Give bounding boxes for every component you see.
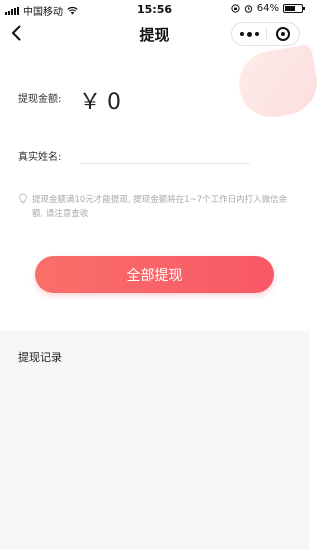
more-dot-icon [254,32,259,36]
status-bar: 中国移动 15:56 64% [0,0,309,18]
battery-percent: 64% [256,3,279,14]
decorative-shape [233,43,320,123]
status-right: 64% [231,3,305,14]
mini-program-capsule [231,22,300,46]
amount-value: 0 [107,90,122,115]
amount-display: ￥ 0 [79,84,121,116]
withdraw-records-section: 提现记录 [0,331,309,550]
more-options-button[interactable] [232,23,266,45]
real-name-label: 真实姓名: [18,152,62,163]
more-dot-icon [239,32,244,36]
more-dot-icon [246,31,252,37]
lock-rotation-icon [231,4,240,13]
records-title: 提现记录 [18,351,62,364]
capsule-divider [266,28,267,40]
navigation-bar: 提现 [0,18,309,50]
currency-symbol: ￥ [79,90,102,115]
withdraw-all-button[interactable]: 全部提现 [35,256,274,293]
real-name-input[interactable] [80,143,250,164]
alarm-icon [244,5,252,13]
lightbulb-icon [19,193,27,204]
battery-icon [283,4,305,13]
tip-text: 提现金额满10元才能提现, 提现金额将在1~7个工作日内打入微信余额, 请注意查… [32,195,288,219]
amount-label: 提现金额: [18,94,62,105]
close-mini-program-button[interactable] [276,27,290,41]
